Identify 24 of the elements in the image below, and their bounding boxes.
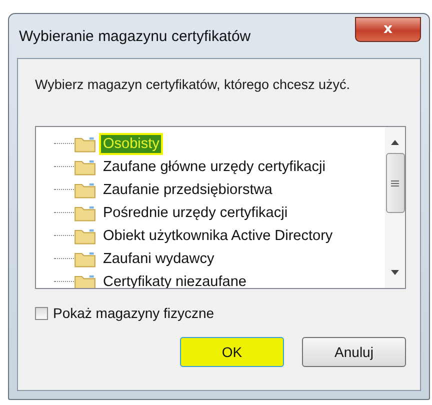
tree-item[interactable]: Zaufani wydawcy	[101, 250, 216, 268]
folder-icon	[74, 158, 96, 176]
close-button[interactable]: x	[355, 16, 421, 42]
checkbox-label[interactable]: Pokaż magazyny fizyczne	[53, 305, 214, 321]
folder-icon	[74, 180, 96, 198]
tree-item[interactable]: Pośrednie urzędy certyfikacji	[101, 204, 290, 222]
instruction-text: Wybierz magazyn certyfikatów, którego chcesz użyć.	[35, 77, 351, 92]
window-title: Wybieranie magazynu certyfikatów	[18, 28, 251, 44]
folder-icon	[74, 134, 96, 152]
checkbox[interactable]	[35, 306, 48, 320]
ok-button[interactable]: OK	[180, 337, 284, 367]
scroll-thumb[interactable]	[386, 153, 404, 213]
tree-item[interactable]: Obiekt użytkownika Active Directory	[101, 226, 335, 244]
scroll-down-icon[interactable]	[391, 270, 399, 275]
tree-item[interactable]: Zaufane główne urzędy certyfikacji	[101, 158, 328, 176]
tree-item[interactable]: Zaufanie przedsiębiorstwa	[101, 180, 274, 198]
scroll-up-icon[interactable]	[391, 140, 399, 145]
grip-icon	[391, 180, 399, 186]
folder-icon	[74, 204, 96, 222]
scrollbar[interactable]	[385, 127, 405, 288]
folder-icon	[74, 250, 96, 268]
folder-icon	[74, 226, 96, 244]
folder-icon	[74, 272, 96, 288]
cancel-button[interactable]: Anuluj	[302, 337, 406, 367]
